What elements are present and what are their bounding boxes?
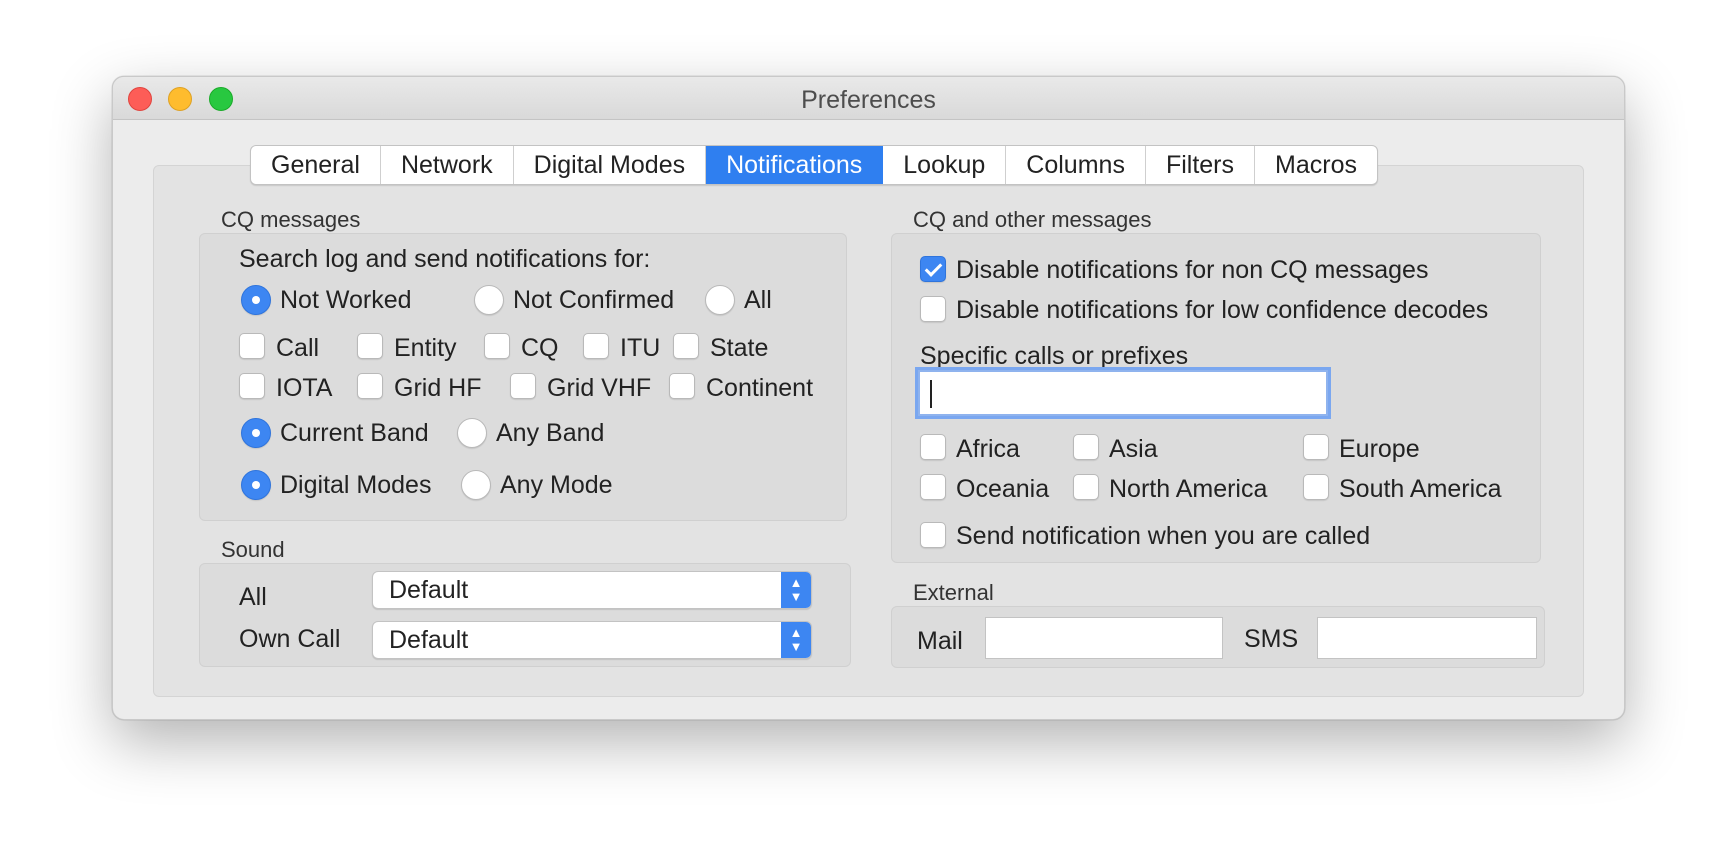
- check-asia-label[interactable]: Asia: [1109, 435, 1158, 464]
- check-grid-hf-label[interactable]: Grid HF: [394, 374, 482, 403]
- check-send-when-called-label[interactable]: Send notification when you are called: [956, 522, 1370, 551]
- check-north-america[interactable]: [1073, 474, 1099, 500]
- check-continent[interactable]: [669, 373, 695, 399]
- check-entity[interactable]: [357, 333, 383, 359]
- sound-title: Sound: [221, 537, 285, 562]
- radio-any-mode[interactable]: [461, 470, 491, 500]
- radio-digital-modes[interactable]: [241, 470, 271, 500]
- check-asia[interactable]: [1073, 434, 1099, 460]
- check-state[interactable]: [673, 333, 699, 359]
- check-north-america-label[interactable]: North America: [1109, 475, 1267, 504]
- title-bar[interactable]: Preferences: [113, 77, 1624, 120]
- tab-filters[interactable]: Filters: [1146, 146, 1256, 184]
- sound-own-call-value: Default: [389, 626, 469, 654]
- radio-any-band-label[interactable]: Any Band: [496, 419, 604, 448]
- sound-own-call-select[interactable]: Default ▲ ▼: [372, 621, 812, 659]
- preferences-window: Preferences General Network Digital Mode…: [112, 76, 1625, 720]
- check-iota-label[interactable]: IOTA: [276, 374, 332, 403]
- tab-columns[interactable]: Columns: [1006, 146, 1146, 184]
- check-send-when-called[interactable]: [920, 522, 946, 548]
- search-log-label: Search log and send notifications for:: [239, 245, 651, 273]
- check-itu[interactable]: [583, 333, 609, 359]
- check-call-label[interactable]: Call: [276, 334, 319, 363]
- sound-all-value: Default: [389, 576, 469, 604]
- check-europe-label[interactable]: Europe: [1339, 435, 1420, 464]
- check-continent-label[interactable]: Continent: [706, 374, 813, 403]
- specific-calls-input[interactable]: [918, 370, 1328, 416]
- sms-input[interactable]: [1317, 617, 1537, 659]
- external-title: External: [913, 580, 994, 605]
- check-disable-non-cq-label[interactable]: Disable notifications for non CQ message…: [956, 256, 1428, 285]
- tab-macros[interactable]: Macros: [1255, 146, 1377, 184]
- radio-not-worked-label[interactable]: Not Worked: [280, 286, 412, 315]
- check-africa[interactable]: [920, 434, 946, 460]
- check-disable-low-confidence-label[interactable]: Disable notifications for low confidence…: [956, 296, 1488, 325]
- check-state-label[interactable]: State: [710, 334, 768, 363]
- radio-not-worked[interactable]: [241, 285, 271, 315]
- check-disable-non-cq[interactable]: [920, 256, 946, 282]
- radio-any-mode-label[interactable]: Any Mode: [500, 471, 613, 500]
- check-south-america[interactable]: [1303, 474, 1329, 500]
- radio-current-band[interactable]: [241, 418, 271, 448]
- radio-any-band[interactable]: [457, 418, 487, 448]
- check-grid-vhf-label[interactable]: Grid VHF: [547, 374, 651, 403]
- check-africa-label[interactable]: Africa: [956, 435, 1020, 464]
- sms-label: SMS: [1244, 625, 1299, 653]
- check-south-america-label[interactable]: South America: [1339, 475, 1502, 504]
- radio-not-confirmed[interactable]: [474, 285, 504, 315]
- mail-input[interactable]: [985, 617, 1223, 659]
- check-disable-low-confidence[interactable]: [920, 296, 946, 322]
- check-entity-label[interactable]: Entity: [394, 334, 457, 363]
- mail-label: Mail: [917, 627, 963, 655]
- radio-not-confirmed-label[interactable]: Not Confirmed: [513, 286, 674, 315]
- check-itu-label[interactable]: ITU: [620, 334, 660, 363]
- check-oceania-label[interactable]: Oceania: [956, 475, 1049, 504]
- tab-notifications[interactable]: Notifications: [706, 146, 884, 184]
- sound-all-select[interactable]: Default ▲ ▼: [372, 571, 812, 609]
- check-grid-hf[interactable]: [357, 373, 383, 399]
- sound-all-chevron-icon: ▲ ▼: [781, 572, 811, 608]
- check-call[interactable]: [239, 333, 265, 359]
- external-box: Mail SMS: [891, 606, 1545, 668]
- check-europe[interactable]: [1303, 434, 1329, 460]
- check-cq[interactable]: [484, 333, 510, 359]
- check-grid-vhf[interactable]: [510, 373, 536, 399]
- radio-all[interactable]: [705, 285, 735, 315]
- tab-lookup[interactable]: Lookup: [883, 146, 1007, 184]
- check-iota[interactable]: [239, 373, 265, 399]
- check-oceania[interactable]: [920, 474, 946, 500]
- sound-all-label: All: [239, 583, 267, 611]
- sound-own-call-label: Own Call: [239, 625, 341, 653]
- cq-messages-box: Search log and send notifications for: N…: [199, 233, 847, 521]
- tab-digital-modes[interactable]: Digital Modes: [514, 146, 707, 184]
- radio-all-label[interactable]: All: [744, 286, 772, 315]
- check-cq-label[interactable]: CQ: [521, 334, 559, 363]
- radio-digital-modes-label[interactable]: Digital Modes: [280, 471, 431, 500]
- cq-messages-title: CQ messages: [221, 207, 361, 232]
- other-messages-title: CQ and other messages: [913, 207, 1152, 232]
- other-messages-box: Disable notifications for non CQ message…: [891, 233, 1541, 563]
- window-title: Preferences: [801, 86, 936, 114]
- tab-bar: General Network Digital Modes Notificati…: [250, 145, 1378, 185]
- sound-box: All Default ▲ ▼ Own Call Default ▲ ▼: [199, 563, 851, 667]
- text-caret: [930, 380, 932, 408]
- radio-current-band-label[interactable]: Current Band: [280, 419, 429, 448]
- tab-network[interactable]: Network: [381, 146, 514, 184]
- specific-calls-label: Specific calls or prefixes: [920, 342, 1189, 370]
- sound-own-call-chevron-icon: ▲ ▼: [781, 622, 811, 658]
- tab-general[interactable]: General: [251, 146, 381, 184]
